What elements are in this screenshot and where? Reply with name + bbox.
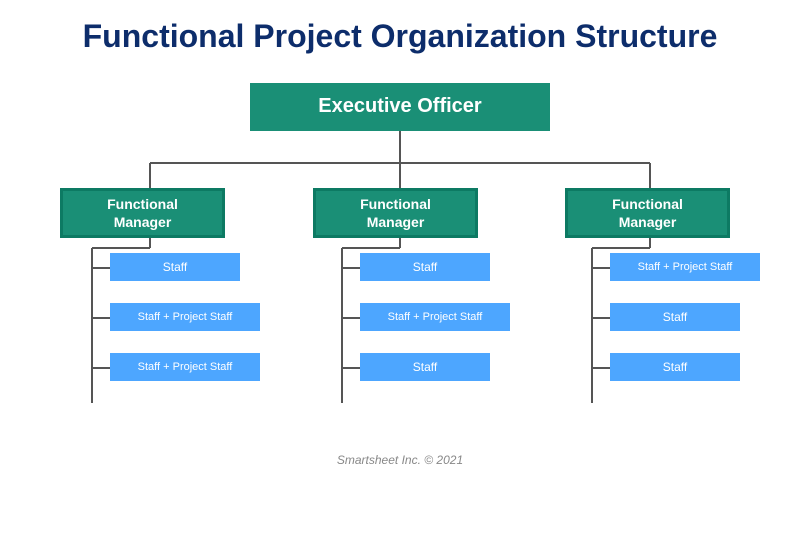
staff-label-l3: Staff + Project Staff [138,361,233,373]
fm-label-right: Functional Manager [612,195,683,231]
fm-box-middle: Functional Manager [313,188,478,238]
staff-label-l1: Staff [163,260,187,274]
staff-label-r3: Staff [663,360,687,374]
staff-label-r1: Staff + Project Staff [638,261,733,273]
staff-l3: Staff + Project Staff [110,353,260,381]
staff-m3: Staff [360,353,490,381]
fm-box-left: Functional Manager [60,188,225,238]
staff-label-l2: Staff + Project Staff [138,311,233,323]
staff-m2: Staff + Project Staff [360,303,510,331]
staff-r2: Staff [610,303,740,331]
page: Functional Project Organization Structur… [0,0,800,541]
staff-label-r2: Staff [663,310,687,324]
fm-box-right: Functional Manager [565,188,730,238]
staff-r3: Staff [610,353,740,381]
staff-label-m1: Staff [413,260,437,274]
org-chart: Executive Officer Functional Manager Fun… [30,73,770,443]
staff-l1: Staff [110,253,240,281]
staff-label-m3: Staff [413,360,437,374]
exec-label: Executive Officer [318,95,481,118]
footer-text: Smartsheet Inc. © 2021 [337,453,463,467]
staff-label-m2: Staff + Project Staff [388,311,483,323]
fm-label-middle: Functional Manager [360,195,431,231]
page-title: Functional Project Organization Structur… [83,18,718,55]
staff-r1: Staff + Project Staff [610,253,760,281]
staff-l2: Staff + Project Staff [110,303,260,331]
staff-m1: Staff [360,253,490,281]
fm-label-left: Functional Manager [107,195,178,231]
executive-officer-box: Executive Officer [250,83,550,131]
